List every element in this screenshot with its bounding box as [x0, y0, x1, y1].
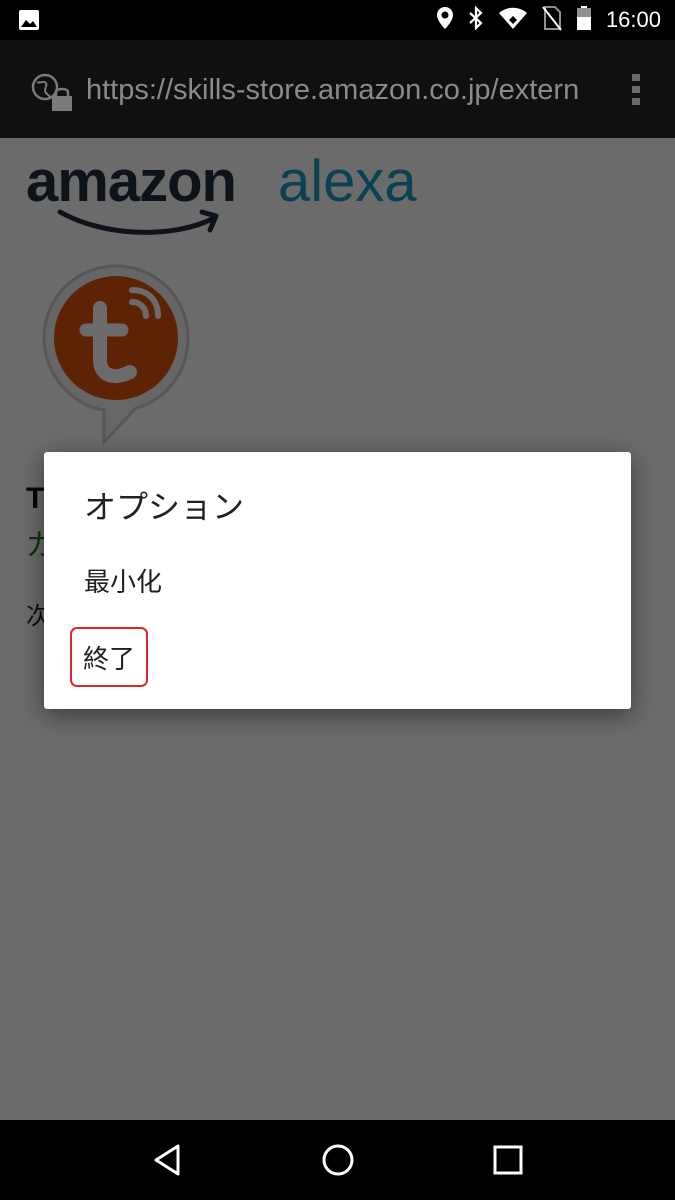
recents-icon[interactable]	[488, 1140, 528, 1180]
screen: 16:00 https://skills-store.amazon.co.jp/…	[0, 0, 675, 1200]
exit-option[interactable]: 終了	[70, 627, 148, 687]
browser-url-bar: https://skills-store.amazon.co.jp/extern	[0, 40, 675, 138]
home-icon[interactable]	[318, 1140, 358, 1180]
navigation-bar	[0, 1120, 675, 1200]
location-icon	[436, 6, 454, 34]
no-sim-icon	[542, 5, 562, 35]
status-time: 16:00	[605, 7, 661, 32]
overflow-menu-icon[interactable]	[626, 70, 646, 114]
wifi-icon	[498, 6, 528, 34]
battery-icon	[576, 5, 592, 35]
options-dialog: オプション 最小化 終了	[44, 452, 631, 709]
status-bar: 16:00	[0, 0, 675, 40]
dialog-title: オプション	[84, 488, 245, 526]
minimize-option[interactable]: 最小化	[84, 562, 162, 599]
url-text[interactable]: https://skills-store.amazon.co.jp/extern	[86, 70, 584, 110]
bluetooth-icon	[468, 5, 484, 34]
back-icon[interactable]	[148, 1140, 188, 1180]
image-icon	[18, 9, 40, 35]
secure-site-icon[interactable]	[30, 72, 74, 116]
